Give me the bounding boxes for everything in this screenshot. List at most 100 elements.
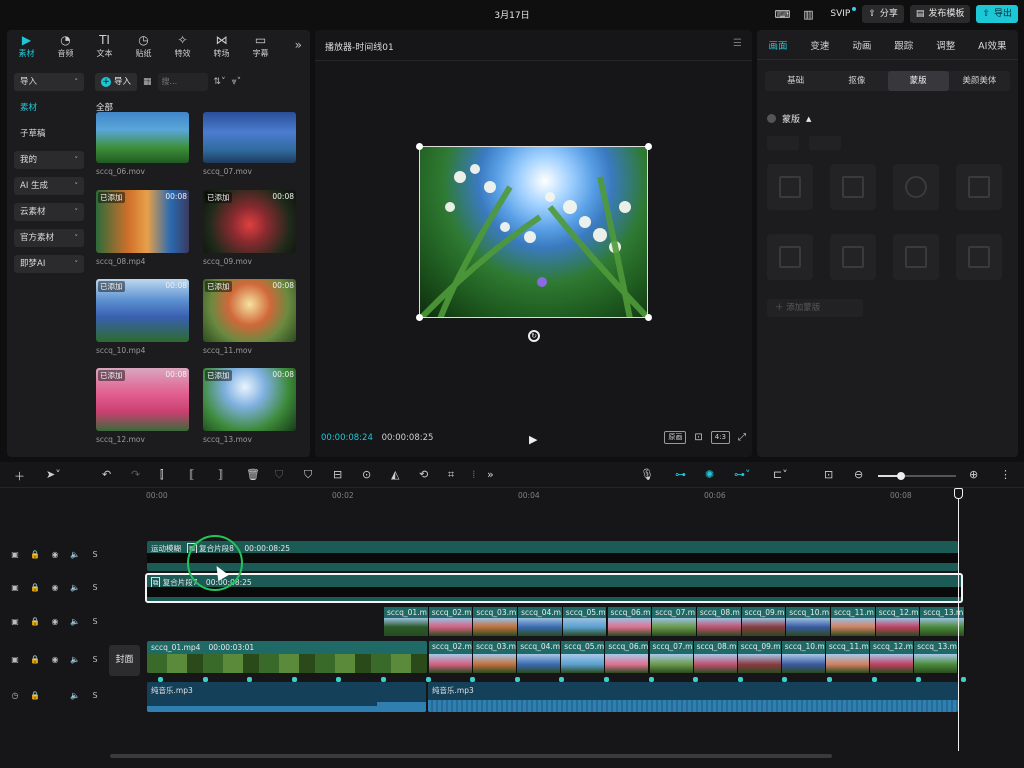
main-clip-label[interactable]: sccq_11.m [825,641,870,654]
nav-ai-gen[interactable]: AI 生成 ˅ [14,177,84,195]
main-clip-label[interactable]: sccq_03.m [473,641,518,654]
media-clip-card[interactable]: 已添加 00:08 sccq_11.mov [203,279,296,355]
media-clip-card[interactable]: sccq_07.mov [203,112,296,176]
main-clip-label[interactable]: sccq_09.m [737,641,782,654]
nav-official[interactable]: 官方素材 ˅ [14,229,84,247]
nav-media[interactable]: 素材 [14,99,84,117]
layout-icon[interactable]: ▥ [798,6,818,23]
share-button[interactable]: ⇪ 分享 [862,5,904,23]
play-icon[interactable]: ▶ [529,433,537,446]
tab-sticker[interactable]: ◷ 贴纸 [124,30,163,62]
publish-template-button[interactable]: ▤ 发布模板 [909,5,971,23]
nav-cloud[interactable]: 云素材 ˅ [14,203,84,221]
solo-icon[interactable]: S [90,550,100,559]
beat-marker[interactable] [871,677,877,682]
nav-mine[interactable]: 我的 ˅ [14,151,84,169]
beat-marker[interactable] [827,677,832,682]
transform-handle[interactable] [645,314,652,321]
cover-button[interactable]: 封面 [109,645,140,676]
transform-handle[interactable] [645,143,652,150]
overlay-clip-label[interactable]: sccq_10.m [786,607,831,618]
tab-picture[interactable]: 画面 [768,38,787,52]
trim-left-icon[interactable]: ⟦ [189,468,194,481]
beat-marker[interactable] [514,677,520,682]
overlay-clip-label[interactable]: sccq_03.m [473,607,519,618]
main-clip-label[interactable]: sccq_04.m [517,641,562,654]
linkage-icon[interactable]: ⊶˅ [734,468,751,481]
volume-icon[interactable]: 🔈 [70,655,80,664]
zoom-slider[interactable] [878,472,956,480]
export-button[interactable]: ⇧ 导出 [976,5,1018,23]
aspect-ratio-button[interactable]: 4:3 [710,431,730,444]
main-clip-label[interactable]: sccq_10.m [781,641,826,654]
media-clip-card[interactable]: 已添加 00:08 sccq_09.mov [203,190,296,266]
overlay-clip-label[interactable]: sccq_06.m [607,607,653,618]
redo-icon[interactable]: ↷ [131,468,140,481]
overlay-clip-label[interactable]: sccq_11.m [831,607,876,618]
eye-icon[interactable]: ◉ [50,617,60,626]
tab-effects[interactable]: ✧ 特效 [163,30,202,62]
media-clip-card[interactable]: 已添加 00:08 sccq_08.mp4 [96,190,189,266]
nav-jimeng[interactable]: 即梦AI ˅ [14,255,84,273]
import-button[interactable]: + 导入 [95,73,138,91]
beat-marker[interactable] [247,677,253,682]
overlay-clip-label[interactable]: sccq_09.m [741,607,787,618]
tab-animation[interactable]: 动画 [852,38,871,52]
marker-icon[interactable]: ⛉ [304,468,312,482]
solo-icon[interactable]: S [90,655,100,664]
main-clip-label[interactable]: sccq_13.m [914,641,959,654]
beat-marker[interactable] [202,677,208,682]
media-clip-card[interactable]: 已添加 00:08 sccq_10.mp4 [96,279,189,355]
more-menu-icon[interactable]: ⋮ [1000,468,1011,481]
subtab-beauty[interactable]: 美颜美体 [949,71,1010,91]
tab-speed[interactable]: 变速 [810,38,829,52]
playhead-handle[interactable] [954,488,963,499]
solo-icon[interactable]: S [90,691,100,700]
beat-marker[interactable] [381,677,386,682]
overlay-clip-label[interactable]: sccq_02.m [428,607,474,618]
rotate-icon[interactable]: ↻ [528,330,540,342]
more-tools-icon[interactable]: » [487,468,494,481]
audio-clip[interactable]: 纯音乐.mp3 [147,682,426,712]
audio-clip[interactable]: 纯音乐.mp3 [428,682,958,712]
eye-icon[interactable]: ◉ [50,583,60,592]
split-icon[interactable]: ⫿ [160,468,164,482]
snap-icon[interactable]: ✺ [705,468,714,481]
media-clip-card[interactable]: 已添加 00:08 sccq_13.mov [203,368,296,444]
media-clip-card[interactable]: sccq_06.mov [96,112,189,176]
zoom-fit-icon[interactable]: ⊡ [694,432,702,443]
original-quality-button[interactable]: 原画 [664,431,687,444]
add-track-icon[interactable]: ＋ [14,468,25,484]
lock-icon[interactable]: 🔒 [30,691,40,700]
tab-adjust[interactable]: 调整 [936,38,955,52]
tab-audio[interactable]: ◔ 音频 [46,30,85,62]
lock-icon[interactable]: 🔒 [30,550,40,559]
sort-icon[interactable]: ⇅˅ [214,77,226,87]
beat-marker[interactable] [693,677,699,682]
overlay-clip-label[interactable]: sccq_08.m [696,607,742,618]
nav-draft[interactable]: 子草稿 [14,125,84,143]
subtab-cutout[interactable]: 抠像 [826,71,887,91]
main-clip-label[interactable]: sccq_08.m [693,641,738,654]
fullscreen-icon[interactable]: ⤢ [738,432,746,443]
main-clip-label[interactable]: sccq_07.m [649,641,694,654]
tab-subtitle[interactable]: ▭ 字幕 [241,30,280,62]
eye-icon[interactable]: ◉ [50,655,60,664]
search-input[interactable] [157,73,208,91]
overlay-clip-label[interactable]: sccq_05.m [562,607,608,618]
lock-icon[interactable]: 🔒 [30,617,40,626]
zoom-slider-knob[interactable] [897,472,905,480]
subtab-basic[interactable]: 基础 [765,71,826,91]
nav-import[interactable]: 导入 ˄ [14,73,84,91]
solo-icon[interactable]: S [90,617,100,626]
preview-axis-icon[interactable]: ⊏˅ [773,468,788,481]
menu-icon[interactable]: ☰ [733,38,742,49]
freeze-icon[interactable]: ⊟ [333,468,342,481]
volume-icon[interactable]: 🔈 [70,691,80,700]
main-clip-label[interactable]: sccq_02.m [429,641,474,654]
overlay-clip-label[interactable]: sccq_01.m [384,607,429,618]
transform-handle[interactable] [416,314,423,321]
beat-marker[interactable] [291,677,297,682]
volume-icon[interactable]: 🔈 [70,583,80,592]
beat-marker[interactable] [648,677,654,682]
